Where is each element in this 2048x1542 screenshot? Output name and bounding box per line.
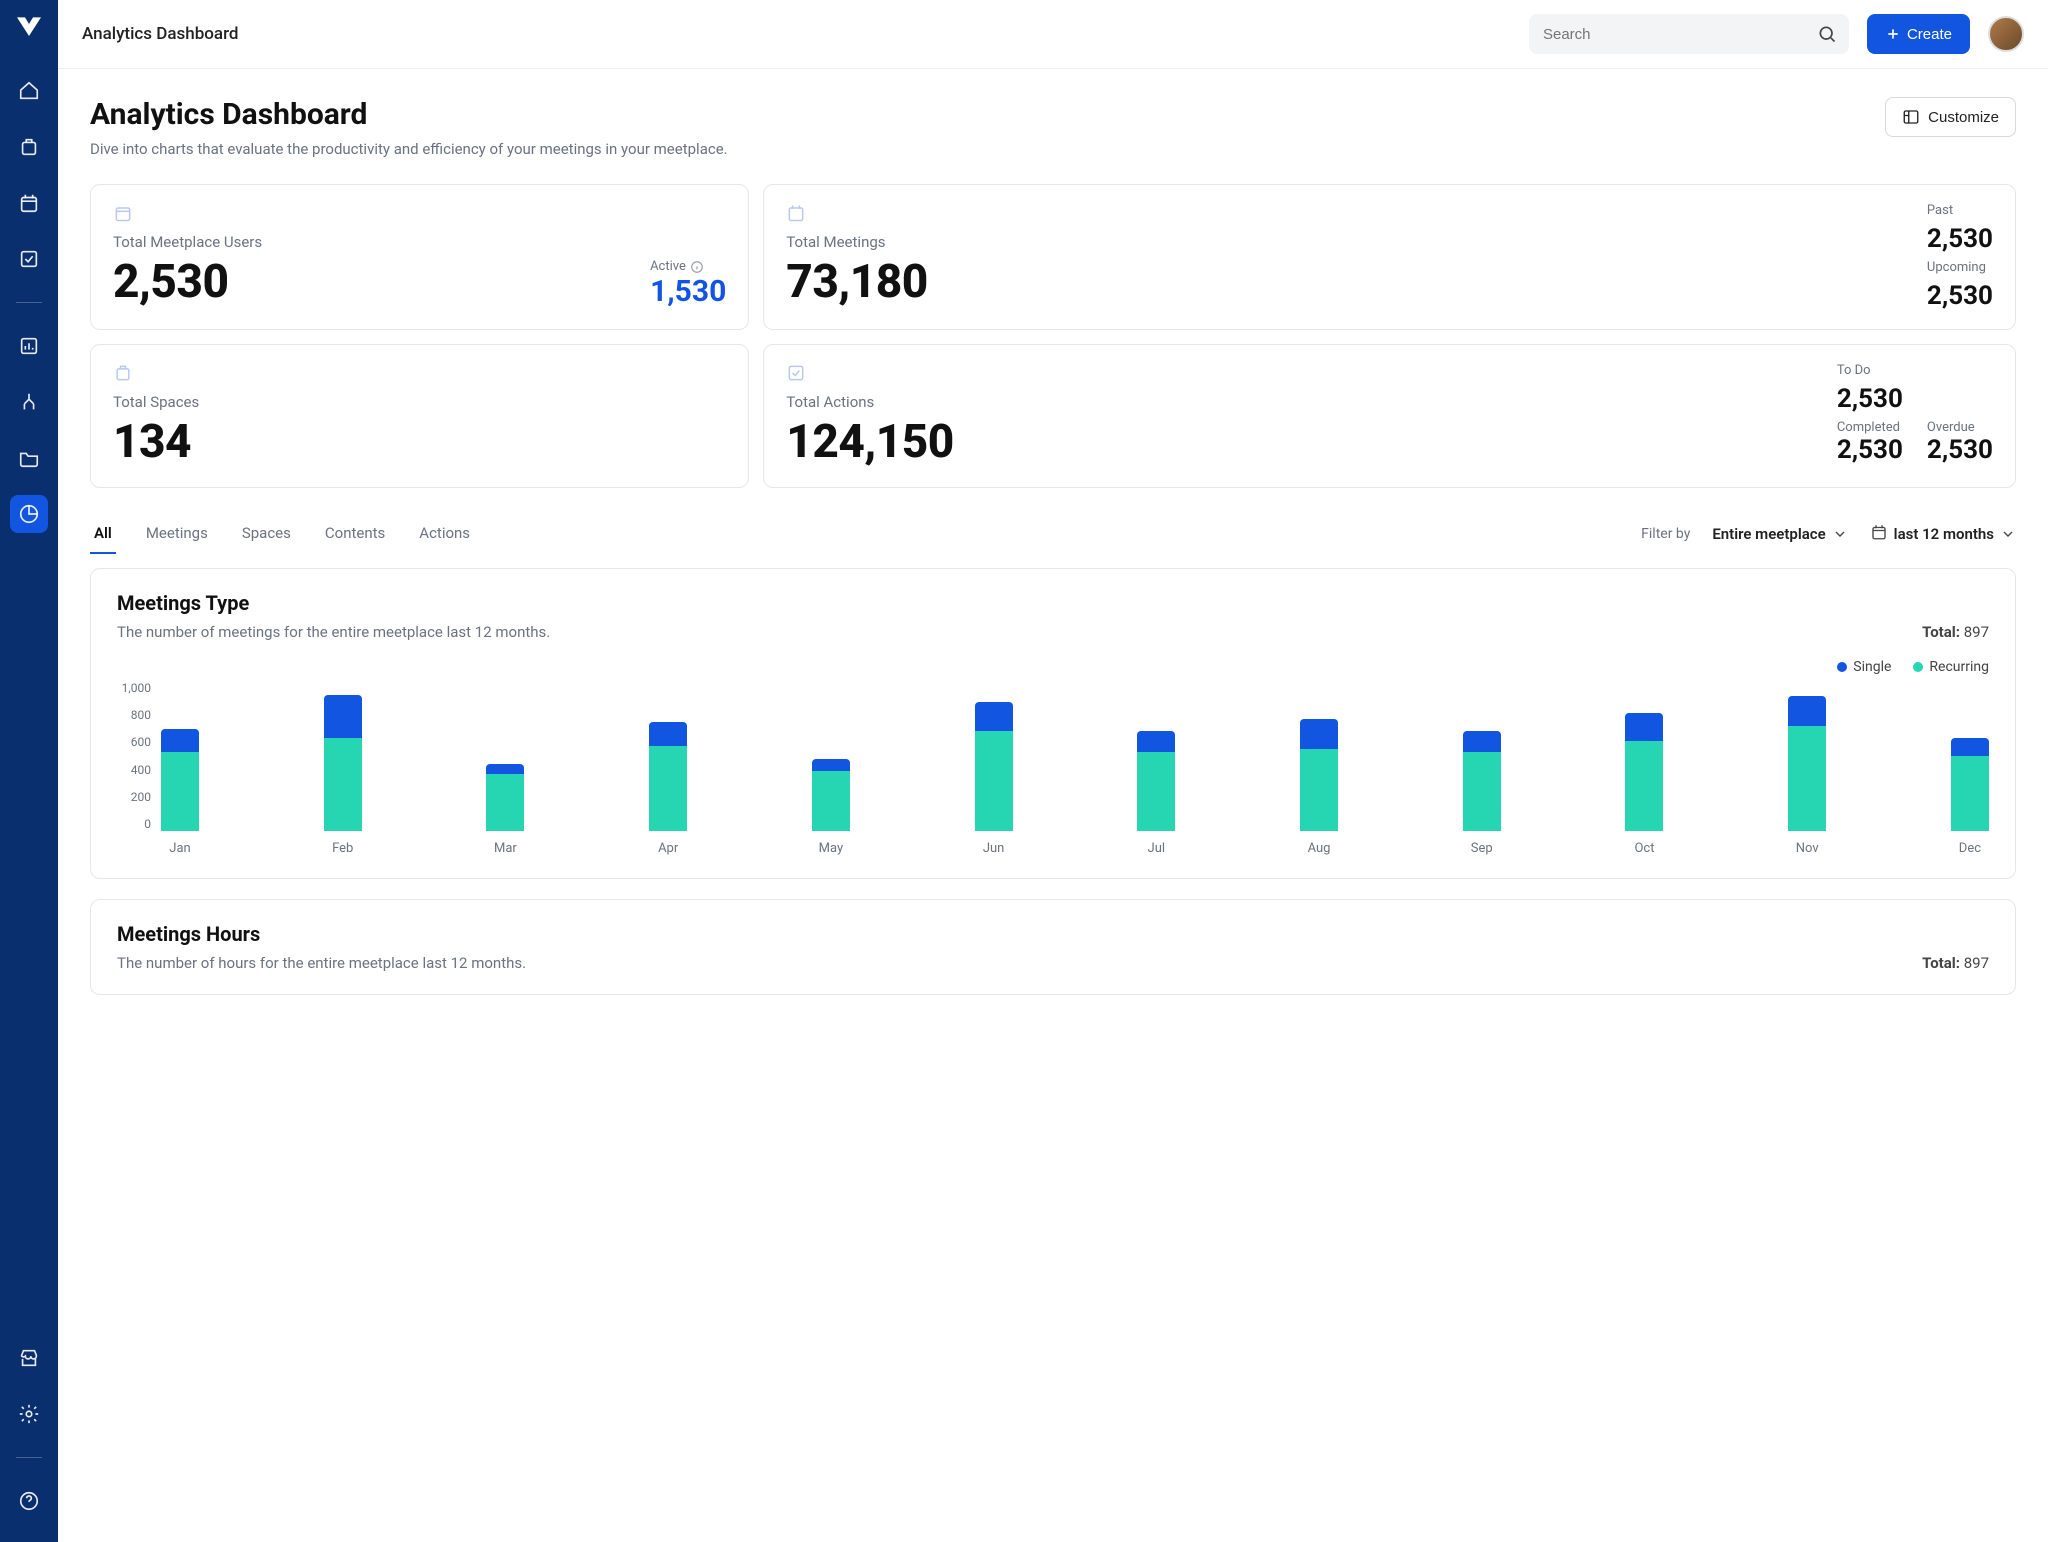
tab-all[interactable]: All (90, 514, 116, 554)
kpi-spaces-label: Total Spaces (113, 393, 726, 411)
kpi-users-label: Total Meetplace Users (113, 233, 726, 251)
topbar: Analytics Dashboard Create (58, 0, 2048, 69)
calendar-icon (1870, 523, 1888, 545)
tab-meetings[interactable]: Meetings (142, 514, 212, 554)
nav-marketplace[interactable] (10, 1339, 48, 1377)
breadcrumb: Analytics Dashboard (82, 24, 239, 44)
meetings-icon (786, 203, 928, 227)
kpi-meetings-card: Total Meetings 73,180 Past 2,530 Upcomin… (763, 184, 2016, 330)
tabs: All Meetings Spaces Contents Actions (90, 514, 474, 554)
chart2-title: Meetings Hours (117, 922, 1989, 946)
legend-recurring: Recurring (1913, 659, 1989, 675)
customize-label: Customize (1928, 109, 1999, 126)
chart2-total: Total: 897 (1922, 954, 1989, 972)
meetings-type-chart-card: Meetings Type The number of meetings for… (90, 568, 2016, 879)
info-icon (690, 260, 704, 274)
bar-feb (324, 695, 362, 832)
nav-calendar[interactable] (10, 184, 48, 222)
nav-help[interactable] (10, 1482, 48, 1520)
bar-jul (1137, 731, 1175, 832)
nav-settings[interactable] (10, 1395, 48, 1433)
filter-by-label: Filter by (1641, 526, 1690, 542)
kpi-past-label: Past (1927, 203, 1993, 218)
filter-scope-dropdown[interactable]: Entire meetplace (1712, 525, 1847, 543)
app-logo (13, 12, 45, 44)
filter-range-dropdown[interactable]: last 12 months (1870, 523, 2016, 545)
tab-contents[interactable]: Contents (321, 514, 389, 554)
nav-divider (16, 302, 42, 303)
bar-aug (1300, 719, 1338, 832)
customize-button[interactable]: Customize (1885, 97, 2016, 137)
tab-spaces[interactable]: Spaces (238, 514, 295, 554)
kpi-spaces-card: Total Spaces 134 (90, 344, 749, 488)
bar-mar (486, 764, 524, 832)
plus-icon (1885, 26, 1901, 42)
chart1-subtitle: The number of meetings for the entire me… (117, 623, 550, 641)
nav-divider-2 (16, 1457, 42, 1458)
kpi-actions-label: Total Actions (786, 393, 954, 411)
bar-may (812, 759, 850, 831)
nav-tasks[interactable] (10, 240, 48, 278)
nav-analytics[interactable] (10, 495, 48, 533)
chevron-down-icon (2000, 526, 2016, 542)
nav-workflows[interactable] (10, 383, 48, 421)
chevron-down-icon (1832, 526, 1848, 542)
spaces-icon (113, 368, 133, 387)
meetings-hours-chart-card: Meetings Hours The number of hours for t… (90, 899, 2016, 995)
search-input[interactable] (1529, 14, 1849, 54)
kpi-users-active-value: 1,530 (650, 274, 726, 309)
actions-icon (786, 363, 954, 387)
chart1-bars (161, 681, 1989, 831)
kpi-upcoming-value: 2,530 (1927, 281, 1993, 311)
tab-actions[interactable]: Actions (415, 514, 474, 554)
bar-apr (649, 722, 687, 832)
bar-dec (1951, 738, 1989, 831)
user-avatar[interactable] (1988, 16, 2024, 52)
chart1-legend: Single Recurring (117, 659, 1989, 675)
kpi-completed-value: 2,530 (1837, 435, 1903, 465)
kpi-upcoming-label: Upcoming (1927, 260, 1993, 275)
kpi-overdue-value: 2,530 (1927, 435, 1993, 465)
kpi-users-active-label: Active (650, 259, 726, 274)
kpi-meetings-label: Total Meetings (786, 233, 928, 251)
chart1-total: Total: 897 (1922, 623, 1989, 641)
create-button[interactable]: Create (1867, 14, 1970, 54)
bar-nov (1788, 696, 1826, 831)
chart1-y-axis: 1,0008006004002000 (117, 681, 161, 831)
kpi-users-card: Total Meetplace Users 2,530 Active 1,530 (90, 184, 749, 330)
kpi-actions-value: 124,150 (786, 415, 954, 469)
kpi-todo-value: 2,530 (1837, 384, 1993, 414)
bar-oct (1625, 713, 1663, 832)
nav-home[interactable] (10, 72, 48, 110)
kpi-todo-label: To Do (1837, 363, 1993, 378)
kpi-spaces-value: 134 (113, 415, 726, 469)
chart1-x-axis: JanFebMarAprMayJunJulAugSepOctNovDec (161, 841, 1989, 856)
kpi-users-value: 2,530 (113, 255, 228, 309)
chart2-subtitle: The number of hours for the entire meetp… (117, 954, 526, 972)
page-subtitle: Dive into charts that evaluate the produ… (90, 140, 728, 158)
nav-files[interactable] (10, 439, 48, 477)
sidebar (0, 0, 58, 1542)
layout-icon (1902, 108, 1920, 126)
nav-spaces[interactable] (10, 128, 48, 166)
users-icon (113, 208, 133, 227)
kpi-overdue-label: Overdue (1927, 420, 1993, 435)
page-title: Analytics Dashboard (90, 97, 728, 132)
create-label: Create (1907, 26, 1952, 43)
chart1-title: Meetings Type (117, 591, 1989, 615)
kpi-past-value: 2,530 (1927, 224, 1993, 254)
bar-sep (1463, 731, 1501, 832)
kpi-actions-card: Total Actions 124,150 To Do 2,530 Comple… (763, 344, 2016, 488)
legend-single: Single (1837, 659, 1891, 675)
bar-jan (161, 729, 199, 831)
nav-reports[interactable] (10, 327, 48, 365)
search-icon (1817, 24, 1837, 48)
kpi-meetings-value: 73,180 (786, 255, 928, 309)
kpi-completed-label: Completed (1837, 420, 1903, 435)
bar-jun (975, 702, 1013, 831)
